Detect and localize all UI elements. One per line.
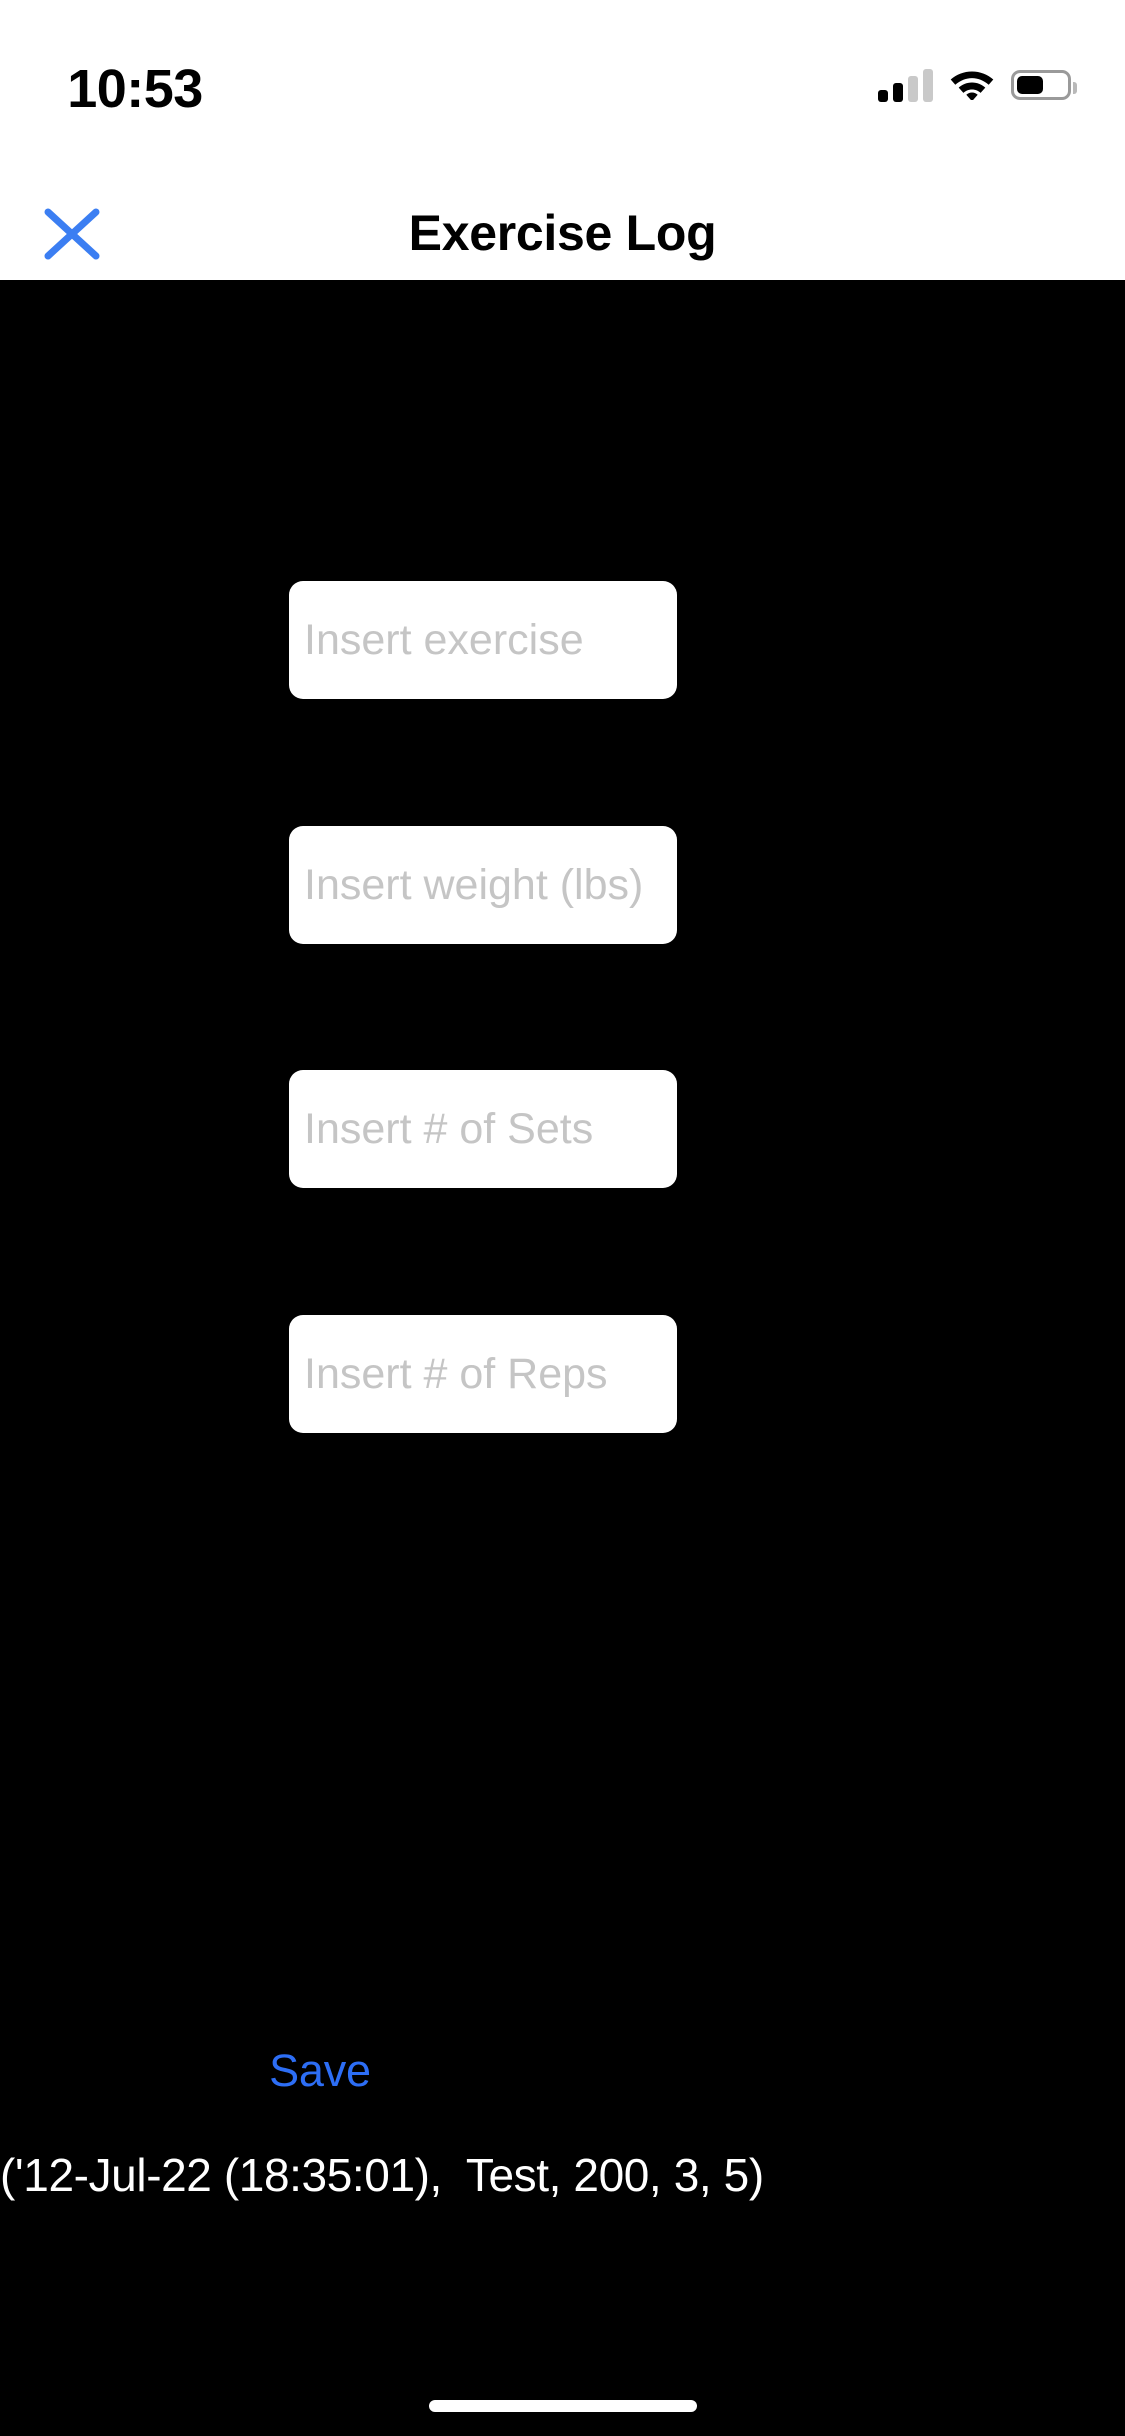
reps-input[interactable] [289,1315,677,1433]
battery-icon [1011,70,1077,100]
page-title: Exercise Log [408,205,717,261]
status-bar-indicators [878,62,1077,108]
status-bar-time: 10:53 [67,59,203,119]
weight-input[interactable] [289,826,677,944]
home-indicator[interactable] [428,2400,697,2412]
log-entry: ('12-Jul-22 (18:35:01), Test, 200, 3, 5) [0,2149,764,2201]
sets-input[interactable] [289,1070,677,1188]
wifi-icon [949,66,995,105]
form-content: Save ('12-Jul-22 (18:35:01), Test, 200, … [0,280,1125,2436]
status-bar: 10:53 [0,0,1125,186]
cellular-signal-icon [878,68,933,102]
nav-bar: Exercise Log [0,186,1125,280]
exercise-input[interactable] [289,581,677,699]
save-button[interactable]: Save [237,2041,403,2101]
phone-screen: 10:53 Exercise Log Insert exercise Inser… [0,0,1125,2436]
close-icon[interactable] [32,196,112,272]
